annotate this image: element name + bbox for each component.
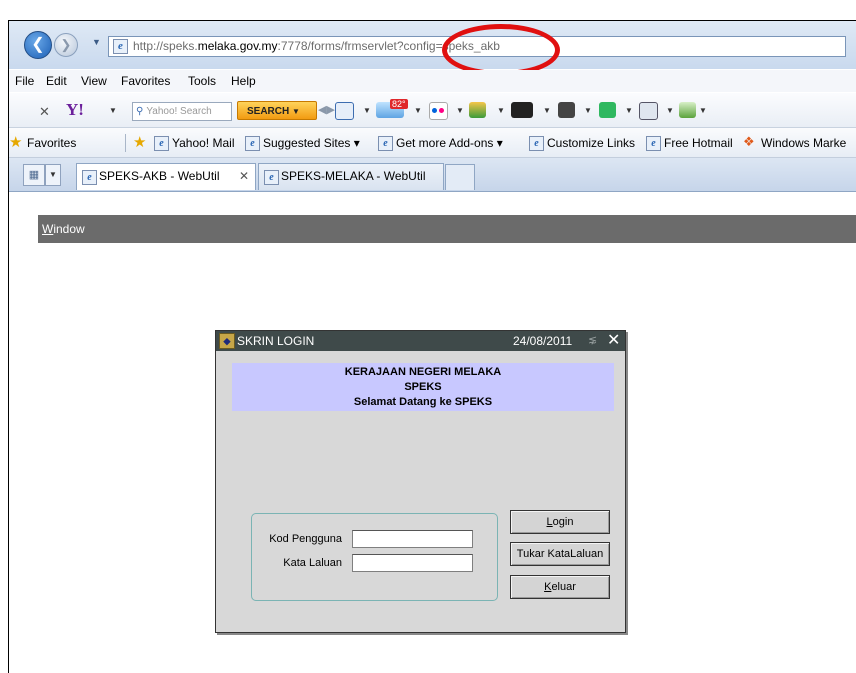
close-toolbar-icon[interactable]: ✕ bbox=[39, 104, 50, 120]
back-button[interactable]: ❮ bbox=[24, 31, 52, 59]
add-favorite-icon[interactable]: ★ bbox=[133, 133, 146, 151]
login-button[interactable]: Login bbox=[510, 510, 610, 534]
answers-icon[interactable] bbox=[469, 102, 486, 118]
menu-favorites[interactable]: Favorites bbox=[121, 74, 170, 88]
favorites-star-icon: ★ bbox=[9, 134, 23, 151]
welcome-banner: KERAJAAN NEGERI MELAKA SPEKS Selamat Dat… bbox=[232, 363, 614, 411]
tab-speks-melaka[interactable]: e SPEKS-MELAKA - WebUtil bbox=[258, 163, 444, 190]
url-prefix: http://speks. bbox=[133, 39, 198, 53]
url-host: melaka.gov.my bbox=[197, 39, 278, 53]
tab-page-icon: e bbox=[82, 170, 97, 185]
answers-dropdown-icon[interactable]: ▼ bbox=[497, 106, 505, 115]
search-icon: ⚲ bbox=[136, 106, 144, 117]
resize-icon[interactable]: ⋦ bbox=[588, 333, 597, 346]
menu-file[interactable]: File bbox=[15, 74, 34, 88]
annotation-circle bbox=[442, 24, 560, 76]
addons-icon: e bbox=[378, 136, 393, 151]
close-tab-icon[interactable]: ✕ bbox=[239, 164, 249, 189]
quick-tabs-icon[interactable]: ▦ bbox=[23, 164, 45, 186]
widget-dropdown-icon[interactable]: ▼ bbox=[625, 106, 633, 115]
phone-dropdown-icon[interactable]: ▼ bbox=[666, 106, 674, 115]
chevron-down-icon: ▼ bbox=[292, 107, 300, 116]
history-dropdown-icon[interactable]: ▼ bbox=[92, 37, 101, 47]
fav-windows-marketplace[interactable]: Windows Marke bbox=[761, 136, 846, 150]
dialog-date: 24/08/2011 bbox=[513, 334, 573, 348]
close-icon[interactable]: ✕ bbox=[607, 331, 620, 351]
banner-line-3: Selamat Datang ke SPEKS bbox=[353, 396, 493, 408]
fav-yahoo-mail[interactable]: Yahoo! Mail bbox=[172, 136, 234, 150]
search-button-label: SEARCH bbox=[247, 106, 290, 117]
new-tab-button[interactable] bbox=[445, 164, 475, 190]
fav-suggested-sites[interactable]: Suggested Sites ▾ bbox=[263, 136, 360, 150]
login-fields-panel: Kod Pengguna Kata Laluan bbox=[251, 513, 498, 601]
user-code-label: Kod Pengguna bbox=[269, 533, 342, 545]
menu-bar: File Edit View Favorites Tools Help bbox=[9, 70, 856, 92]
tab-label: SPEKS-AKB - WebUtil bbox=[99, 169, 220, 183]
menu-window-mnemonic: W bbox=[42, 222, 54, 236]
login-label: ogin bbox=[552, 516, 574, 528]
search-placeholder: Yahoo! Search bbox=[146, 106, 212, 117]
favorites-button[interactable]: Favorites bbox=[27, 136, 76, 150]
fav-customize-links[interactable]: Customize Links bbox=[547, 136, 635, 150]
flickr-icon[interactable] bbox=[429, 102, 448, 120]
windows-logo-icon: ❖ bbox=[743, 134, 755, 149]
addon-icon[interactable] bbox=[679, 102, 696, 118]
dialog-title-bar[interactable]: ◆ SKRIN LOGIN 24/08/2011 ⋦ ✕ bbox=[216, 331, 625, 351]
customize-links-icon: e bbox=[529, 136, 544, 151]
suggested-sites-icon: e bbox=[245, 136, 260, 151]
favorites-separator bbox=[125, 134, 126, 152]
yahoo-dropdown-icon[interactable]: ▼ bbox=[109, 106, 117, 115]
menu-help[interactable]: Help bbox=[231, 74, 256, 88]
phone-icon[interactable] bbox=[639, 102, 658, 120]
yahoo-mail-icon: e bbox=[154, 136, 169, 151]
menu-view[interactable]: View bbox=[81, 74, 107, 88]
mail-icon[interactable] bbox=[335, 102, 354, 120]
menu-edit[interactable]: Edit bbox=[46, 74, 67, 88]
login-dialog: ◆ SKRIN LOGIN 24/08/2011 ⋦ ✕ KERAJAAN NE… bbox=[215, 330, 626, 633]
app-icon: ◆ bbox=[219, 333, 235, 349]
ebay-icon[interactable] bbox=[511, 102, 533, 118]
mail-dropdown-icon[interactable]: ▼ bbox=[363, 106, 371, 115]
forward-button[interactable]: ❯ bbox=[54, 33, 78, 57]
exit-label: eluar bbox=[551, 581, 576, 593]
fav-free-hotmail[interactable]: Free Hotmail bbox=[664, 136, 733, 150]
yahoo-toolbar: ✕ Y! ▼ ⚲ Yahoo! Search SEARCH ▼ ◀▶ ▼ 82° … bbox=[9, 93, 856, 128]
favorites-bar: ★ Favorites ★ e Yahoo! Mail e Suggested … bbox=[9, 128, 856, 158]
page-icon: e bbox=[113, 39, 128, 54]
change-password-label: Tukar KataLaluan bbox=[516, 548, 604, 560]
toolbar-separator-icon: ◀▶ bbox=[318, 104, 335, 116]
menu-window[interactable]: Window bbox=[42, 222, 85, 236]
weather-badge: 82° bbox=[390, 99, 408, 109]
banner-line-1: KERAJAAN NEGERI MELAKA bbox=[344, 366, 502, 378]
yahoo-logo[interactable]: Y! bbox=[66, 100, 100, 120]
app-menu-bar: Window bbox=[38, 215, 856, 243]
menu-tools[interactable]: Tools bbox=[188, 74, 216, 88]
amazon-icon[interactable] bbox=[558, 102, 575, 118]
banner-line-2: SPEKS bbox=[404, 381, 442, 393]
yahoo-search-input[interactable]: ⚲ Yahoo! Search bbox=[132, 102, 232, 121]
fav-get-addons[interactable]: Get more Add-ons ▾ bbox=[396, 136, 503, 150]
user-code-input[interactable] bbox=[352, 530, 473, 548]
dialog-title: SKRIN LOGIN bbox=[237, 334, 315, 348]
widget-icon[interactable] bbox=[599, 102, 616, 118]
menu-window-label: indow bbox=[53, 222, 85, 236]
tab-list-dropdown-icon[interactable]: ▼ bbox=[45, 164, 61, 186]
amazon-dropdown-icon[interactable]: ▼ bbox=[584, 106, 592, 115]
yahoo-search-button[interactable]: SEARCH ▼ bbox=[237, 101, 317, 120]
tab-speks-akb[interactable]: e SPEKS-AKB - WebUtil ✕ bbox=[76, 163, 256, 190]
tab-label: SPEKS-MELAKA - WebUtil bbox=[281, 169, 426, 183]
hotmail-icon: e bbox=[646, 136, 661, 151]
ebay-dropdown-icon[interactable]: ▼ bbox=[543, 106, 551, 115]
password-input[interactable] bbox=[352, 554, 473, 572]
exit-button[interactable]: Keluar bbox=[510, 575, 610, 599]
tab-page-icon: e bbox=[264, 170, 279, 185]
flickr-dropdown-icon[interactable]: ▼ bbox=[456, 106, 464, 115]
change-password-button[interactable]: Tukar KataLaluan bbox=[510, 542, 610, 566]
addon-dropdown-icon[interactable]: ▼ bbox=[699, 106, 707, 115]
password-label: Kata Laluan bbox=[283, 557, 342, 569]
weather-dropdown-icon[interactable]: ▼ bbox=[414, 106, 422, 115]
